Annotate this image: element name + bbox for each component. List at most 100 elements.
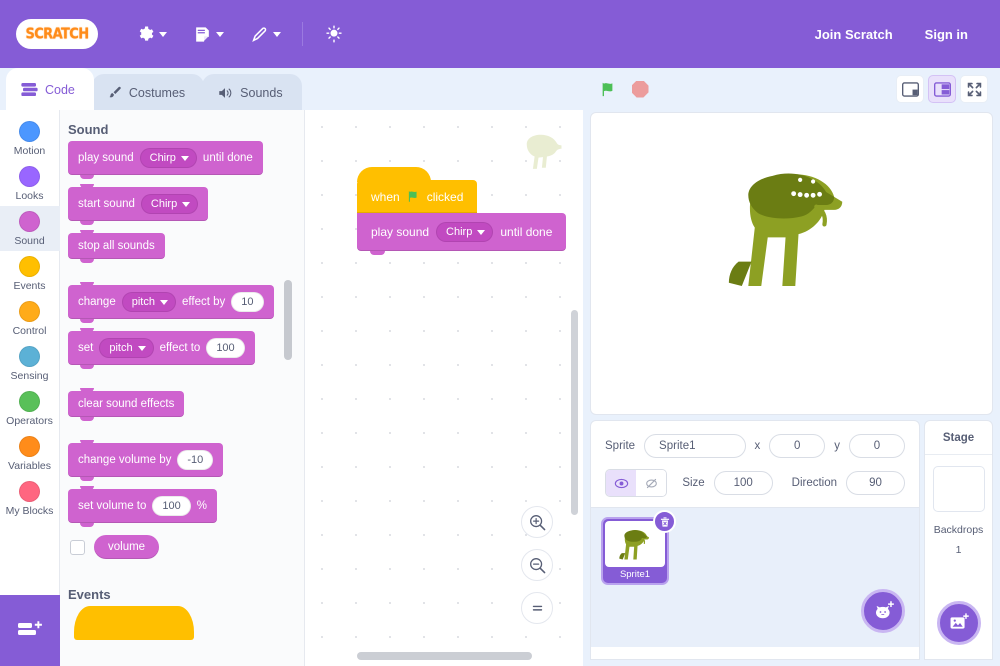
block-dropdown[interactable]: pitch (121, 292, 176, 312)
chevron-down-icon (159, 31, 167, 37)
add-extension-button[interactable] (0, 595, 60, 666)
block-dropdown[interactable]: pitch (99, 338, 154, 358)
editor-tabs: Code Costumes Sounds (0, 68, 302, 110)
large-stage-button[interactable] (928, 75, 956, 103)
y-input[interactable]: 0 (849, 434, 905, 458)
menu-settings[interactable] (124, 0, 180, 68)
stop-button[interactable] (627, 76, 653, 102)
join-scratch-button[interactable]: Join Scratch (799, 0, 909, 68)
category-label: Events (13, 280, 46, 292)
menu-tutorials[interactable] (311, 0, 357, 68)
fullscreen-button[interactable] (960, 75, 988, 103)
palette-block-start-sound[interactable]: start sound Chirp (68, 184, 209, 225)
cat-plus-icon (875, 600, 894, 618)
reporter-volume[interactable]: volume (94, 535, 160, 559)
small-stage-button[interactable] (896, 75, 924, 103)
delete-sprite-button[interactable] (653, 510, 676, 533)
code-workspace[interactable]: when clicked play sound Chirp until done (305, 110, 583, 666)
block-text: start sound (78, 198, 135, 210)
size-input[interactable]: 100 (713, 471, 773, 495)
block-palette[interactable]: Sound play sound Chirp until done start … (60, 110, 305, 666)
zoom-reset-button[interactable] (521, 592, 553, 624)
sprite-list-item-sprite1[interactable]: Sprite1 (601, 510, 676, 585)
stop-icon (631, 80, 649, 98)
fullscreen-icon (967, 82, 981, 96)
stage-selector[interactable]: Stage Backdrops 1 (924, 420, 993, 660)
block-text: change (78, 296, 116, 308)
category-motion[interactable]: Motion (0, 116, 60, 161)
category-events[interactable]: Events (0, 251, 60, 296)
stage[interactable] (590, 112, 993, 415)
sprite-name-input[interactable]: Sprite1 (644, 434, 746, 458)
palette-block-stop-all-sounds[interactable]: stop all sounds (68, 230, 165, 263)
palette-block-events-hat[interactable] (74, 606, 194, 640)
category-looks[interactable]: Looks (0, 161, 60, 206)
add-sprite-button[interactable] (861, 589, 905, 633)
backdrop-thumbnail[interactable] (932, 466, 985, 512)
block-text: stop all sounds (78, 240, 155, 252)
palette-block-set-volume-to[interactable]: set volume to 100 % (68, 486, 217, 527)
block-dropdown[interactable]: Chirp (436, 222, 494, 242)
category-my-blocks[interactable]: My Blocks (0, 476, 60, 521)
menu-edit[interactable] (237, 0, 294, 68)
category-color-dot (19, 391, 40, 412)
zoom-out-button[interactable] (521, 549, 553, 581)
paintbrush-icon (109, 86, 121, 98)
palette-block-set-effect-to[interactable]: set pitch effect to 100 (68, 328, 255, 369)
script-stack[interactable]: when clicked play sound Chirp until done (357, 167, 583, 255)
block-number-input[interactable]: 10 (231, 292, 264, 312)
x-input[interactable]: 0 (769, 434, 826, 458)
category-sensing[interactable]: Sensing (0, 341, 60, 386)
tab-code[interactable]: Code (6, 68, 94, 110)
palette-monitor-volume: volume (70, 535, 296, 559)
green-flag-button[interactable] (595, 76, 621, 102)
chevron-down-icon (182, 201, 191, 207)
palette-block-clear-sound-effects[interactable]: clear sound effects (68, 388, 185, 421)
menu-bar: SCRATCH Join Scratch Sign in (0, 0, 1000, 68)
sign-in-button[interactable]: Sign in (909, 0, 984, 68)
stage-sprite-dinosaur[interactable] (591, 113, 993, 415)
show-sprite-button[interactable] (606, 470, 637, 496)
palette-block-change-volume-by[interactable]: change volume by -10 (68, 440, 224, 481)
menu-file[interactable] (180, 0, 237, 68)
palette-block-play-sound-until-done[interactable]: play sound Chirp until done (68, 141, 263, 179)
sprite-thumbnail-dinosaur (619, 530, 650, 560)
direction-input[interactable]: 90 (846, 471, 906, 495)
tab-sounds[interactable]: Sounds (202, 74, 302, 110)
category-sound[interactable]: Sound (0, 206, 60, 251)
volume-monitor-checkbox[interactable] (70, 539, 85, 555)
palette-scrollbar[interactable] (284, 280, 292, 360)
hat-block-top (357, 167, 431, 182)
category-operators[interactable]: Operators (0, 386, 60, 431)
backdrops-count: 1 (955, 544, 962, 556)
block-text: play sound (371, 225, 430, 239)
category-control[interactable]: Control (0, 296, 60, 341)
scratch-logo[interactable]: SCRATCH (16, 19, 98, 49)
palette-block-change-effect-by[interactable]: change pitch effect by 10 (68, 282, 274, 323)
block-number-input[interactable]: 100 (152, 496, 191, 516)
stage-layout-buttons (896, 75, 988, 103)
zoom-out-icon (529, 557, 545, 573)
category-variables[interactable]: Variables (0, 431, 60, 476)
large-stage-icon (933, 81, 951, 97)
small-stage-icon (901, 81, 919, 97)
block-number-input[interactable]: 100 (206, 338, 245, 358)
zoom-in-button[interactable] (521, 506, 553, 538)
block-number-input[interactable]: -10 (177, 450, 214, 470)
trash-icon (660, 516, 669, 527)
block-play-sound-until-done[interactable]: play sound Chirp until done (357, 213, 567, 255)
pencil-icon (252, 26, 267, 42)
workspace-vertical-scrollbar[interactable] (571, 310, 578, 515)
block-dropdown[interactable]: Chirp (140, 194, 199, 214)
hide-sprite-button[interactable] (636, 470, 667, 496)
block-dropdown[interactable]: Chirp (139, 148, 197, 168)
workspace-horizontal-scrollbar[interactable] (357, 652, 532, 660)
sprite-info: Sprite Sprite1 x 0 y 0 Size 100 Directio… (591, 421, 919, 507)
chevron-down-icon (159, 299, 168, 305)
block-when-flag-clicked[interactable]: when clicked (357, 167, 478, 213)
add-backdrop-button[interactable] (937, 601, 981, 645)
block-text: change volume by (78, 454, 172, 466)
palette-section-title-events: Events (68, 587, 111, 602)
stage-selector-header: Stage (925, 421, 992, 455)
tab-costumes[interactable]: Costumes (91, 74, 205, 110)
